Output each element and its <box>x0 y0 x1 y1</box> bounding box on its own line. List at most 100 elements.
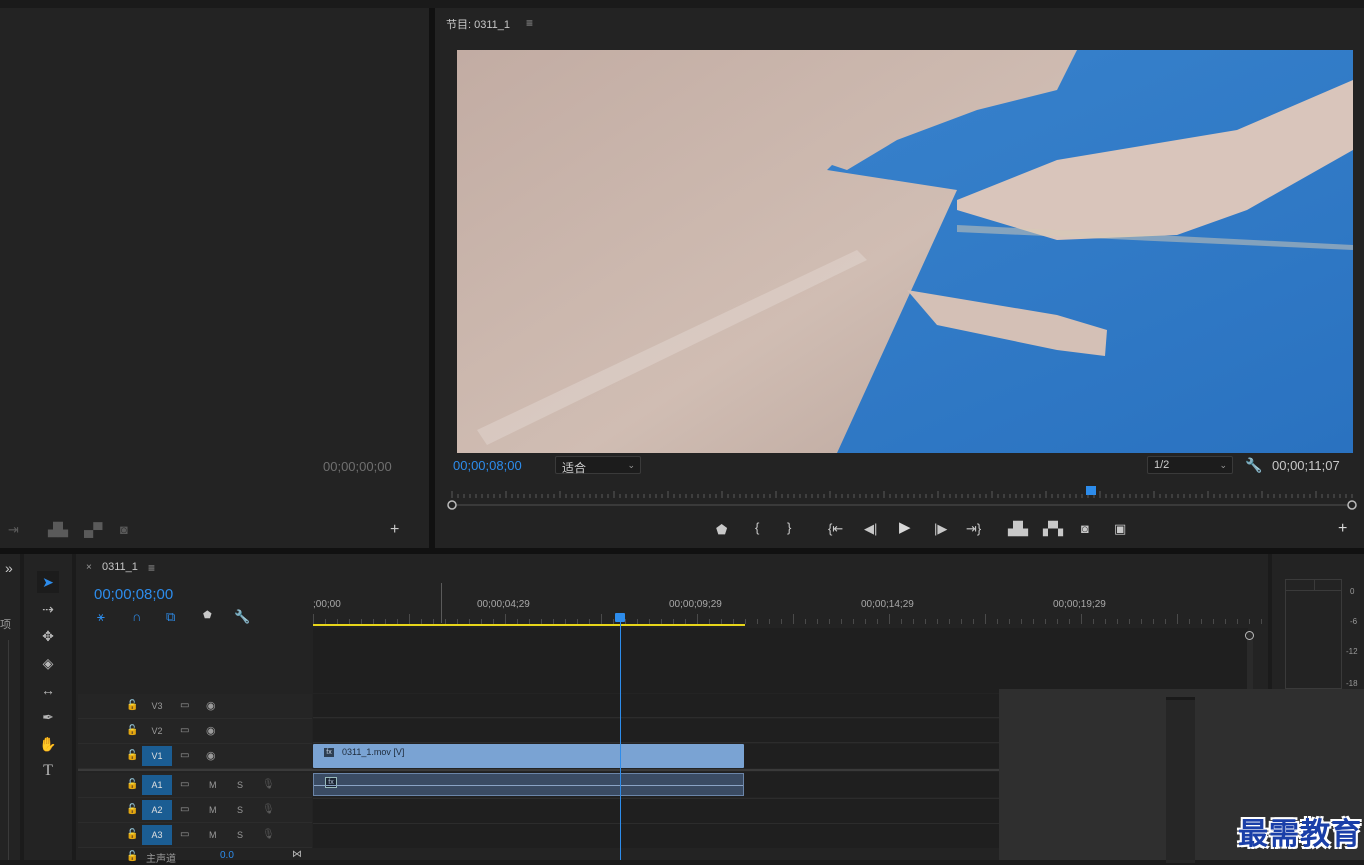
audio-clip[interactable]: fx <box>313 773 744 796</box>
track-target-toggle[interactable]: V1 <box>142 746 172 766</box>
ruler-label: 00;00;19;29 <box>1053 599 1106 610</box>
add-button-source[interactable]: + <box>390 522 399 538</box>
master-track-row: 🔓 主声道 0.0 ⋈ <box>78 849 312 865</box>
track-target-toggle[interactable]: A3 <box>142 825 172 845</box>
type-tool-icon[interactable]: T <box>37 760 59 782</box>
chevron-down-icon: ⌄ <box>1219 460 1227 470</box>
ruler-label: 00;00;04;29 <box>477 599 530 610</box>
mark-in-icon[interactable]: { <box>755 521 759 534</box>
track-target-toggle[interactable]: A2 <box>142 800 172 820</box>
sync-lock-icon[interactable]: ▭ <box>180 725 189 736</box>
program-playhead <box>1086 486 1096 495</box>
wrench-icon[interactable]: 🔧 <box>1245 458 1262 472</box>
razor-tool-icon[interactable]: ◈ <box>37 652 59 674</box>
linked-selection-icon[interactable]: ⧉ <box>166 610 175 623</box>
slip-tool-icon[interactable]: ↔ <box>37 679 59 701</box>
lock-icon[interactable]: 🔓 <box>126 700 138 711</box>
lock-icon[interactable]: 🔓 <box>126 804 138 815</box>
track-header-v2: 🔓 V2 ▭ ◉ <box>78 719 312 744</box>
add-marker-timeline-icon[interactable]: ⬟ <box>203 611 212 621</box>
add-marker-icon[interactable]: ⬟ <box>716 523 727 536</box>
timeline-playhead-handle[interactable] <box>615 613 625 622</box>
work-area-bar[interactable] <box>313 624 745 626</box>
lock-icon[interactable]: 🔓 <box>126 750 138 761</box>
nest-icon[interactable]: ⚹ <box>97 610 105 623</box>
timeline-scrollbar[interactable] <box>1247 632 1253 692</box>
program-title[interactable]: 节目: 0311_1 <box>446 16 510 32</box>
track-select-tool-icon[interactable]: ⇢ <box>37 598 59 620</box>
video-clip[interactable]: fx 0311_1.mov [V] <box>313 744 744 768</box>
timeline-tab-close-icon[interactable]: × <box>86 562 92 573</box>
pen-tool-icon[interactable]: ✒ <box>37 706 59 728</box>
track-area-empty <box>313 628 1248 693</box>
extract-icon[interactable]: ▞▚ <box>1043 522 1063 535</box>
lift-icon[interactable]: ▟▙ <box>1008 522 1028 535</box>
eye-icon[interactable]: ◉ <box>206 749 216 762</box>
sync-lock-icon[interactable]: ▭ <box>180 804 189 815</box>
program-ruler[interactable] <box>446 484 1358 512</box>
mute-button[interactable]: M <box>209 830 217 840</box>
go-to-out-icon[interactable]: ⇥} <box>966 522 981 535</box>
master-end-icon[interactable]: ⋈ <box>292 849 302 860</box>
sync-lock-icon[interactable]: ▭ <box>180 750 189 761</box>
sync-lock-icon[interactable]: ▭ <box>180 700 189 711</box>
solo-button[interactable]: S <box>237 780 243 790</box>
fit-dropdown[interactable]: 适合 ⌄ <box>555 456 641 475</box>
export-frame-icon[interactable]: ◙ <box>1081 522 1089 535</box>
export-icon[interactable]: ▄▀ <box>84 523 102 536</box>
panel-expand-icon[interactable]: » <box>5 560 13 576</box>
program-current-timecode[interactable]: 00;00;08;00 <box>453 458 522 473</box>
track-target-toggle[interactable]: V3 <box>142 696 172 716</box>
sync-lock-icon[interactable]: ▭ <box>180 779 189 790</box>
master-value[interactable]: 0.0 <box>220 850 234 861</box>
panel-divider <box>429 8 435 548</box>
go-to-in-icon[interactable]: {⇤ <box>828 522 843 535</box>
track-lane-a2 <box>313 798 999 823</box>
program-menu-icon[interactable]: ≡ <box>526 16 533 30</box>
selection-tool-icon[interactable]: ➤ <box>37 571 59 593</box>
lock-icon[interactable]: 🔓 <box>126 725 138 736</box>
top-strip <box>0 0 1364 8</box>
master-label: 主声道 <box>146 854 176 865</box>
hand-tool-icon[interactable]: ✋ <box>37 733 59 755</box>
camera-icon[interactable]: ◙ <box>120 523 128 536</box>
fx-badge: fx <box>325 777 337 788</box>
microphone-icon[interactable]: 🎙 <box>262 779 275 790</box>
scroll-handle-icon[interactable] <box>1245 631 1254 640</box>
lock-icon[interactable]: 🔓 <box>126 829 138 840</box>
step-forward-icon[interactable]: |▶ <box>934 522 947 535</box>
solo-button[interactable]: S <box>237 805 243 815</box>
mute-button[interactable]: M <box>209 780 217 790</box>
fx-badge: fx <box>324 748 334 757</box>
play-icon[interactable]: ▶ <box>899 520 911 535</box>
sync-lock-icon[interactable]: ▭ <box>180 829 189 840</box>
microphone-icon[interactable]: 🎙 <box>262 829 275 840</box>
overwrite-icon[interactable]: ▟▙ <box>48 523 68 536</box>
meter-divider <box>1314 580 1315 590</box>
compare-view-icon[interactable]: ▣ <box>1114 522 1126 535</box>
mute-button[interactable]: M <box>209 805 217 815</box>
timeline-timecode[interactable]: 00;00;08;00 <box>94 586 173 603</box>
track-target-toggle[interactable]: A1 <box>142 775 172 795</box>
lock-icon[interactable]: 🔓 <box>126 779 138 790</box>
ripple-edit-tool-icon[interactable]: ✥ <box>37 625 59 647</box>
timeline-settings-wrench-icon[interactable]: 🔧 <box>234 610 250 623</box>
project-edge-line <box>8 640 9 860</box>
step-back-icon[interactable]: ◀| <box>864 522 877 535</box>
source-timecode[interactable]: 00;00;00;00 <box>323 459 392 474</box>
eye-icon[interactable]: ◉ <box>206 724 216 737</box>
resolution-dropdown[interactable]: 1/2 ⌄ <box>1147 456 1233 474</box>
lock-icon[interactable]: 🔓 <box>126 851 138 862</box>
track-target-toggle[interactable]: V2 <box>142 721 172 741</box>
snap-icon[interactable]: ∩ <box>132 610 141 623</box>
ruler-label: 00;00;09;29 <box>669 599 722 610</box>
mark-out-icon[interactable]: } <box>787 521 791 534</box>
solo-button[interactable]: S <box>237 830 243 840</box>
timeline-tab-menu-icon[interactable]: ≡ <box>148 561 155 575</box>
eye-icon[interactable]: ◉ <box>206 699 216 712</box>
insert-icon[interactable]: ⇥ <box>8 523 19 536</box>
add-button-program[interactable]: + <box>1338 521 1347 537</box>
microphone-icon[interactable]: 🎙 <box>262 804 275 815</box>
video-clip-name: 0311_1.mov [V] <box>342 747 405 757</box>
timeline-tab-title[interactable]: 0311_1 <box>102 561 138 573</box>
